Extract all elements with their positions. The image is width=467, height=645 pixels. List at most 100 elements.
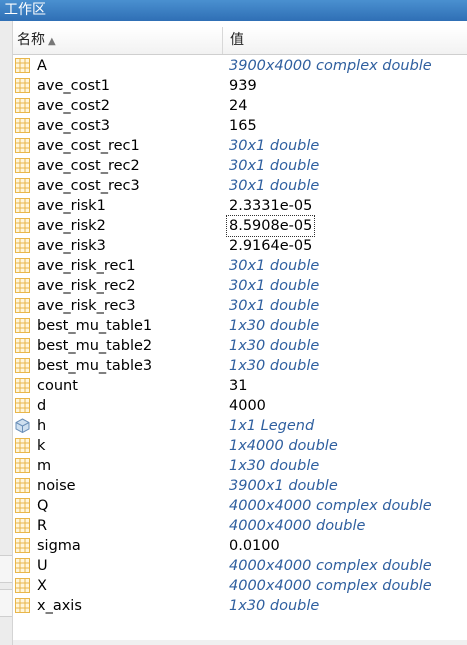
matrix-icon bbox=[15, 138, 30, 153]
variable-row[interactable]: d 4000 bbox=[13, 396, 467, 416]
matrix-icon bbox=[15, 98, 30, 113]
variable-name: ave_risk3 bbox=[37, 238, 106, 254]
matrix-icon bbox=[15, 578, 30, 593]
variable-name: ave_risk_rec2 bbox=[37, 278, 136, 294]
variable-name: X bbox=[37, 578, 47, 594]
variable-value: 4000x4000 complex double bbox=[229, 558, 432, 574]
variable-value: 1x30 double bbox=[229, 598, 320, 614]
variable-row[interactable]: ave_risk1 2.3331e-05 bbox=[13, 196, 467, 216]
matrix-icon bbox=[15, 498, 30, 513]
variable-row[interactable]: count 31 bbox=[13, 376, 467, 396]
variable-value: 1x30 double bbox=[229, 338, 320, 354]
variable-name: ave_risk2 bbox=[37, 218, 106, 234]
variable-value: 4000x4000 complex double bbox=[229, 578, 432, 594]
variable-name: count bbox=[37, 378, 78, 394]
matrix-icon bbox=[15, 338, 30, 353]
variable-row[interactable]: best_mu_table3 1x30 double bbox=[13, 356, 467, 376]
variable-value: 4000x4000 double bbox=[229, 518, 366, 534]
variable-value: 8.5908e-05 bbox=[225, 215, 316, 237]
matrix-icon bbox=[15, 298, 30, 313]
variable-value: 2.9164e-05 bbox=[229, 238, 313, 254]
matrix-icon bbox=[15, 398, 30, 413]
matrix-icon bbox=[15, 58, 30, 73]
variable-row[interactable]: ave_cost_rec1 30x1 double bbox=[13, 136, 467, 156]
matrix-icon bbox=[15, 458, 30, 473]
variable-row[interactable]: ave_cost_rec3 30x1 double bbox=[13, 176, 467, 196]
variable-value: 0.0100 bbox=[229, 538, 280, 554]
variable-row[interactable]: ave_risk_rec2 30x1 double bbox=[13, 276, 467, 296]
variable-list: A 3900x4000 complex double ave_cost1 939 ave… bbox=[13, 56, 467, 616]
variable-value: 3900x1 double bbox=[229, 478, 338, 494]
variable-name: R bbox=[37, 518, 48, 534]
variable-row[interactable]: A 3900x4000 complex double bbox=[13, 56, 467, 76]
variable-row[interactable]: X 4000x4000 complex double bbox=[13, 576, 467, 596]
variable-row[interactable]: ave_cost2 24 bbox=[13, 96, 467, 116]
variable-value: 30x1 double bbox=[229, 158, 320, 174]
variable-name: ave_risk1 bbox=[37, 198, 106, 214]
variable-row[interactable]: h 1x1 Legend bbox=[13, 416, 467, 436]
variable-row[interactable]: Q 4000x4000 complex double bbox=[13, 496, 467, 516]
variable-name: sigma bbox=[37, 538, 81, 554]
variable-row[interactable]: ave_risk_rec1 30x1 double bbox=[13, 256, 467, 276]
variable-row[interactable]: ave_cost3 165 bbox=[13, 116, 467, 136]
variable-value: 165 bbox=[229, 118, 257, 134]
workspace-title: 工作区 bbox=[4, 2, 46, 18]
variable-name: ave_cost3 bbox=[37, 118, 110, 134]
workspace-title-bar[interactable]: 工作区 bbox=[0, 0, 467, 21]
matrix-icon bbox=[15, 518, 30, 533]
value-column-label: 值 bbox=[230, 32, 244, 48]
matrix-icon bbox=[15, 358, 30, 373]
variable-value: 939 bbox=[229, 78, 257, 94]
variable-row[interactable]: U 4000x4000 complex double bbox=[13, 556, 467, 576]
variable-name: k bbox=[37, 438, 46, 454]
matrix-icon bbox=[15, 258, 30, 273]
variable-value: 30x1 double bbox=[229, 298, 320, 314]
variable-value: 3900x4000 complex double bbox=[229, 58, 432, 74]
matrix-icon bbox=[15, 198, 30, 213]
variable-name: d bbox=[37, 398, 47, 414]
variable-value: 4000 bbox=[229, 398, 266, 414]
variable-name: h bbox=[37, 418, 47, 434]
variable-row[interactable]: ave_risk2 8.5908e-05 bbox=[13, 215, 467, 237]
variable-row[interactable]: m 1x30 double bbox=[13, 456, 467, 476]
matrix-icon bbox=[15, 378, 30, 393]
matrix-icon bbox=[15, 178, 30, 193]
table-header: 名称 ▲ 值 bbox=[13, 27, 467, 55]
variable-row[interactable]: noise 3900x1 double bbox=[13, 476, 467, 496]
variable-value: 24 bbox=[229, 98, 248, 114]
matrix-icon bbox=[15, 218, 30, 233]
sort-ascending-icon: ▲ bbox=[48, 36, 56, 47]
variable-row[interactable]: R 4000x4000 double bbox=[13, 516, 467, 536]
variable-name: ave_cost2 bbox=[37, 98, 110, 114]
variable-name: ave_cost_rec3 bbox=[37, 178, 140, 194]
variable-value: 1x1 Legend bbox=[229, 418, 315, 434]
variable-value: 30x1 double bbox=[229, 178, 320, 194]
variable-row[interactable]: ave_cost_rec2 30x1 double bbox=[13, 156, 467, 176]
variable-row[interactable]: ave_risk_rec3 30x1 double bbox=[13, 296, 467, 316]
variable-row[interactable]: ave_risk3 2.9164e-05 bbox=[13, 236, 467, 256]
variable-row[interactable]: sigma 0.0100 bbox=[13, 536, 467, 556]
variable-row[interactable]: ave_cost1 939 bbox=[13, 76, 467, 96]
variable-row[interactable]: x_axis 1x30 double bbox=[13, 596, 467, 616]
matrix-icon bbox=[15, 118, 30, 133]
matrix-icon bbox=[15, 478, 30, 493]
variable-row[interactable]: best_mu_table1 1x30 double bbox=[13, 316, 467, 336]
variable-row[interactable]: best_mu_table2 1x30 double bbox=[13, 336, 467, 356]
variable-value: 31 bbox=[229, 378, 248, 394]
horizontal-scrollbar[interactable] bbox=[13, 640, 467, 645]
matrix-icon bbox=[15, 538, 30, 553]
value-column-header[interactable]: 值 bbox=[230, 27, 244, 54]
object-cube-icon bbox=[15, 418, 30, 434]
left-strip-segment bbox=[0, 589, 12, 617]
name-column-header[interactable]: 名称 ▲ bbox=[17, 27, 223, 54]
variable-value: 1x30 double bbox=[229, 458, 320, 474]
variable-name: ave_cost_rec1 bbox=[37, 138, 140, 154]
matrix-icon bbox=[15, 158, 30, 173]
variable-name: Q bbox=[37, 498, 49, 514]
variable-value: 1x30 double bbox=[229, 318, 320, 334]
variable-value: 1x4000 double bbox=[229, 438, 338, 454]
variable-name: ave_risk_rec3 bbox=[37, 298, 136, 314]
name-column-label: 名称 bbox=[17, 32, 45, 48]
variable-name: ave_cost_rec2 bbox=[37, 158, 140, 174]
variable-row[interactable]: k 1x4000 double bbox=[13, 436, 467, 456]
